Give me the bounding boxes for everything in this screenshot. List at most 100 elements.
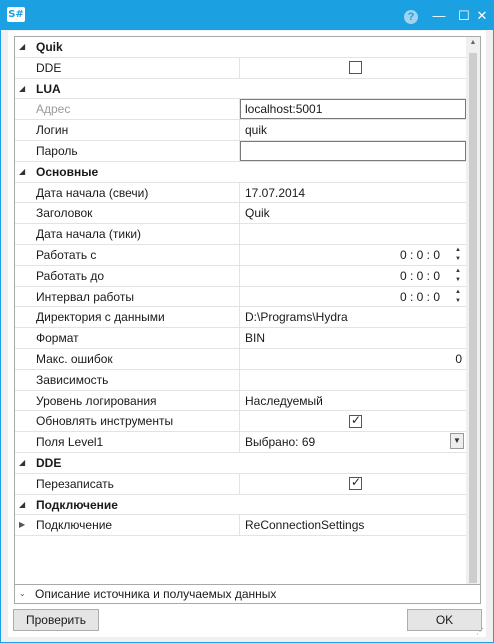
settings-window: S# ? — ☐ ✕ ◢ Quik DDE ◢ LUA Адрес localh… bbox=[0, 0, 494, 643]
header-value[interactable]: Quik bbox=[239, 203, 466, 224]
property-label: Работать с bbox=[36, 247, 97, 262]
minimize-button[interactable]: — bbox=[426, 1, 452, 30]
collapse-triangle-icon[interactable]: ◢ bbox=[19, 79, 25, 99]
property-value bbox=[239, 140, 466, 161]
category-main[interactable]: ◢ Основные bbox=[15, 162, 466, 183]
scroll-up-icon[interactable]: ▲ bbox=[466, 39, 480, 46]
login-value[interactable]: quik bbox=[239, 120, 466, 141]
property-row-header[interactable]: Заголовок Quik bbox=[15, 203, 466, 225]
close-button[interactable]: ✕ bbox=[469, 1, 494, 30]
collapse-triangle-icon[interactable]: ◢ bbox=[19, 37, 25, 57]
property-row-work-to[interactable]: Работать до 0 : 0 : 0 ▲ ▼ bbox=[15, 265, 466, 287]
property-row-data-dir[interactable]: Директория с данными D:\Programs\Hydra bbox=[15, 307, 466, 329]
property-label: Макс. ошибок bbox=[36, 351, 113, 366]
resize-grip-icon[interactable]: ⋰ bbox=[476, 627, 484, 636]
max-errors-value[interactable]: 0 bbox=[239, 348, 466, 369]
property-label: Подключение bbox=[36, 518, 113, 533]
property-value: Выбрано: 69 ▼ bbox=[239, 432, 466, 453]
property-label: Заголовок bbox=[36, 206, 93, 221]
collapse-triangle-icon[interactable]: ◢ bbox=[19, 495, 25, 515]
property-rows: ◢ Quik DDE ◢ LUA Адрес localhost:5001 Ло… bbox=[15, 37, 466, 537]
property-value: 0 : 0 : 0 ▲ ▼ bbox=[239, 244, 466, 265]
category-lua[interactable]: ◢ LUA bbox=[15, 79, 466, 100]
address-input[interactable]: localhost:5001 bbox=[240, 99, 466, 120]
collapse-triangle-icon[interactable]: ◢ bbox=[19, 162, 25, 182]
time-spinner[interactable]: ▲ ▼ bbox=[453, 288, 463, 306]
description-expander[interactable]: ⌄ Описание источника и получаемых данных bbox=[14, 584, 481, 604]
property-row-log-level[interactable]: Уровень логирования Наследуемый bbox=[15, 390, 466, 412]
property-row-login[interactable]: Логин quik bbox=[15, 120, 466, 141]
vertical-scrollbar[interactable]: ▲ ▼ bbox=[466, 37, 480, 599]
start-date-candles-value[interactable]: 17.07.2014 bbox=[239, 182, 466, 203]
property-row-start-date-ticks[interactable]: Дата начала (тики) bbox=[15, 224, 466, 245]
chevron-down-icon[interactable]: ⌄ bbox=[19, 585, 26, 603]
property-row-max-errors[interactable]: Макс. ошибок 0 bbox=[15, 348, 466, 370]
spin-up-icon[interactable]: ▲ bbox=[453, 246, 463, 255]
spin-down-icon[interactable]: ▼ bbox=[453, 297, 463, 306]
category-label: Quik bbox=[36, 40, 63, 54]
property-label: Интервал работы bbox=[36, 289, 134, 304]
format-value[interactable]: BIN bbox=[239, 328, 466, 349]
data-dir-value[interactable]: D:\Programs\Hydra bbox=[239, 307, 466, 328]
work-interval-time[interactable]: 0 : 0 : 0 bbox=[400, 290, 440, 304]
property-label: Обновлять инструменты bbox=[36, 414, 174, 429]
property-row-dependency[interactable]: Зависимость bbox=[15, 369, 466, 391]
property-row-address[interactable]: Адрес localhost:5001 bbox=[15, 99, 466, 121]
property-value: ✓ bbox=[239, 411, 466, 432]
expand-triangle-icon[interactable]: ▶ bbox=[19, 515, 25, 535]
help-icon: ? bbox=[404, 9, 418, 24]
connection-value[interactable]: ReConnectionSettings bbox=[239, 515, 466, 536]
property-label: Дата начала (тики) bbox=[36, 227, 142, 242]
property-row-work-interval[interactable]: Интервал работы 0 : 0 : 0 ▲ ▼ bbox=[15, 286, 466, 308]
property-label: Работать до bbox=[36, 268, 105, 283]
property-row-connection[interactable]: ▶ Подключение ReConnectionSettings bbox=[15, 515, 466, 537]
work-to-time[interactable]: 0 : 0 : 0 bbox=[400, 269, 440, 283]
password-input[interactable] bbox=[240, 140, 466, 161]
category-dde[interactable]: ◢ DDE bbox=[15, 453, 466, 474]
update-instruments-checkbox[interactable]: ✓ bbox=[349, 412, 362, 428]
level1-fields-value[interactable]: Выбрано: 69 bbox=[245, 435, 315, 449]
property-row-update-instruments[interactable]: Обновлять инструменты ✓ bbox=[15, 411, 466, 433]
window-content: ◢ Quik DDE ◢ LUA Адрес localhost:5001 Ло… bbox=[8, 31, 486, 637]
dropdown-chevron-icon[interactable]: ▼ bbox=[450, 433, 464, 450]
property-row-format[interactable]: Формат BIN bbox=[15, 328, 466, 349]
check-button[interactable]: Проверить bbox=[13, 609, 99, 631]
property-value: 0 : 0 : 0 ▲ ▼ bbox=[239, 265, 466, 286]
start-date-ticks-value[interactable] bbox=[239, 224, 466, 245]
close-icon: ✕ bbox=[476, 8, 488, 23]
property-row-work-from[interactable]: Работать с 0 : 0 : 0 ▲ ▼ bbox=[15, 244, 466, 266]
property-value: ✓ bbox=[239, 473, 466, 494]
property-label: Формат bbox=[36, 331, 79, 346]
dependency-value[interactable] bbox=[239, 369, 466, 390]
property-label: Зависимость bbox=[36, 372, 109, 387]
description-label: Описание источника и получаемых данных bbox=[35, 587, 277, 601]
category-label: Подключение bbox=[36, 497, 118, 512]
property-label: Пароль bbox=[36, 143, 78, 158]
category-quik[interactable]: ◢ Quik bbox=[15, 37, 466, 58]
property-row-start-date-candles[interactable]: Дата начала (свечи) 17.07.2014 bbox=[15, 182, 466, 204]
property-row-dde[interactable]: DDE bbox=[15, 57, 466, 79]
help-button[interactable]: ? bbox=[400, 1, 422, 30]
spin-down-icon[interactable]: ▼ bbox=[453, 276, 463, 285]
property-row-password[interactable]: Пароль bbox=[15, 140, 466, 162]
property-label: Логин bbox=[36, 123, 69, 138]
time-spinner[interactable]: ▲ ▼ bbox=[453, 246, 463, 264]
spin-up-icon[interactable]: ▲ bbox=[453, 267, 463, 276]
checkmark-icon: ✓ bbox=[351, 412, 362, 427]
collapse-triangle-icon[interactable]: ◢ bbox=[19, 453, 25, 473]
log-level-value[interactable]: Наследуемый bbox=[239, 390, 466, 411]
title-bar[interactable]: S# ? — ☐ ✕ bbox=[1, 1, 493, 30]
work-from-time[interactable]: 0 : 0 : 0 bbox=[400, 248, 440, 262]
ok-button[interactable]: OK bbox=[407, 609, 482, 631]
time-spinner[interactable]: ▲ ▼ bbox=[453, 267, 463, 285]
overwrite-checkbox[interactable]: ✓ bbox=[349, 475, 362, 491]
property-label: Перезаписать bbox=[36, 476, 114, 491]
spin-down-icon[interactable]: ▼ bbox=[453, 255, 463, 264]
property-grid: ◢ Quik DDE ◢ LUA Адрес localhost:5001 Ло… bbox=[14, 36, 481, 600]
category-connection[interactable]: ◢ Подключение bbox=[15, 495, 466, 516]
dde-checkbox[interactable] bbox=[349, 61, 362, 75]
spin-up-icon[interactable]: ▲ bbox=[453, 288, 463, 297]
property-row-level1-fields[interactable]: Поля Level1 Выбрано: 69 ▼ bbox=[15, 432, 466, 453]
scroll-thumb[interactable] bbox=[469, 53, 477, 583]
property-row-overwrite[interactable]: Перезаписать ✓ bbox=[15, 473, 466, 495]
